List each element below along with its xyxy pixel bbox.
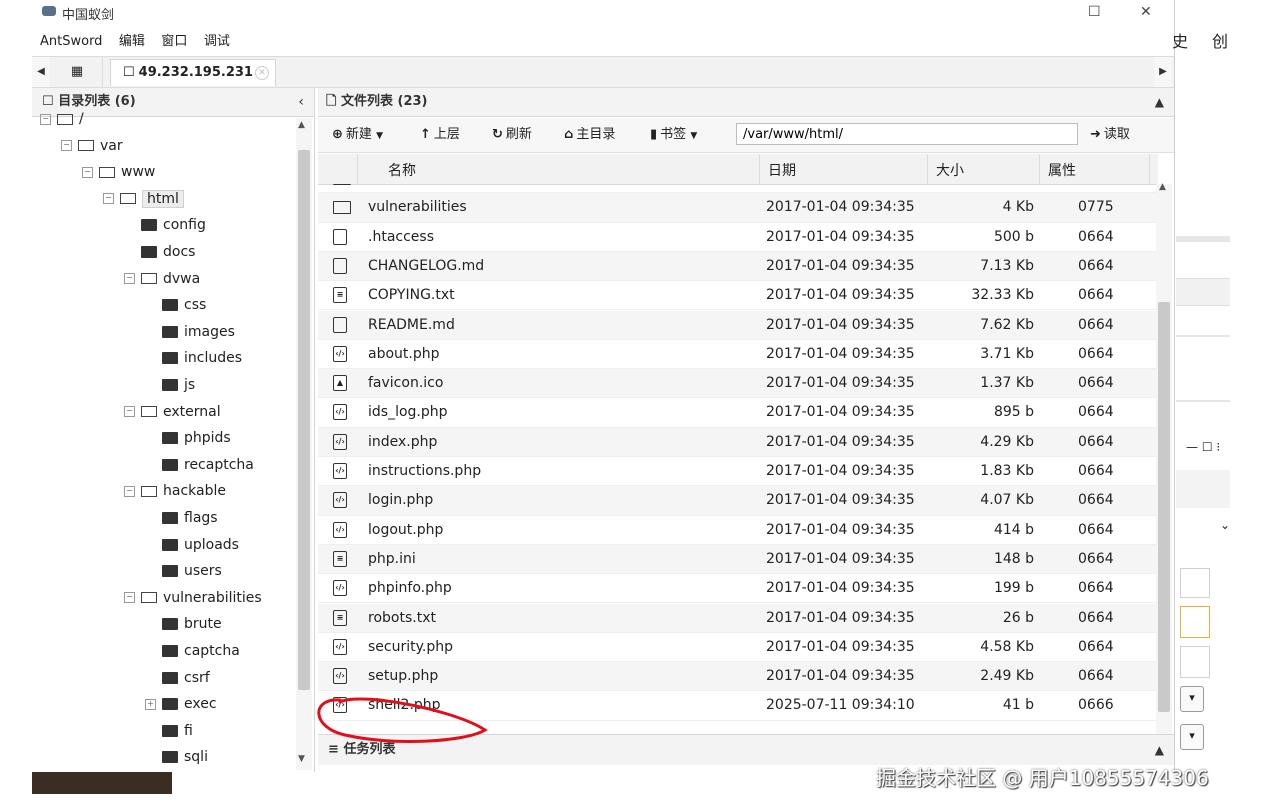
watermark: 掘金技术社区 @ 用户10855574306 xyxy=(876,766,1209,790)
annotation-stroke xyxy=(317,697,488,743)
annotation-circle xyxy=(317,697,488,743)
